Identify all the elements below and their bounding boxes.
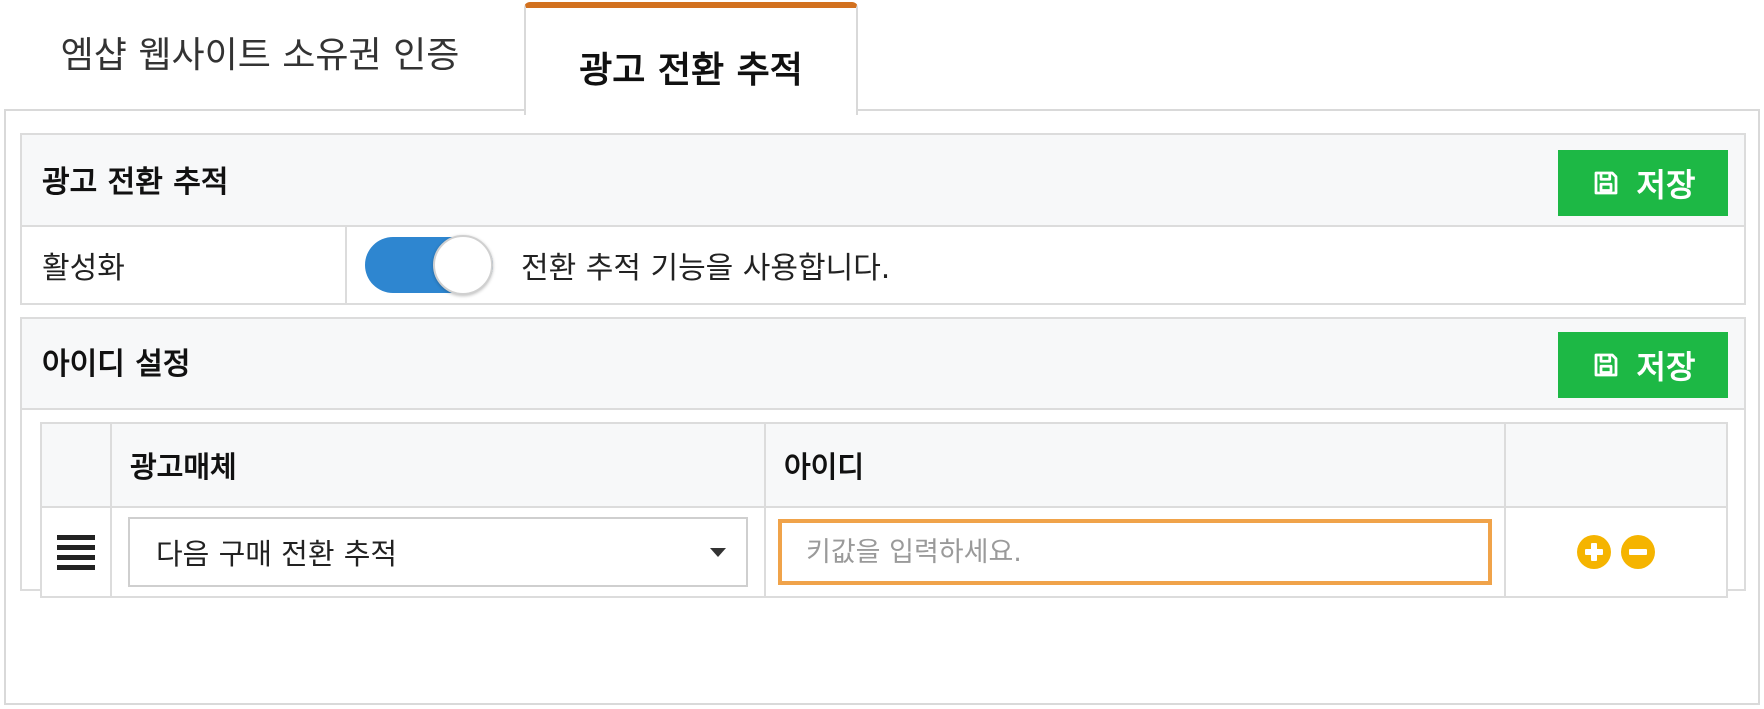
card-header: 아이디 설정 저장 bbox=[22, 319, 1744, 410]
media-select-value: 다음 구매 전환 추적 bbox=[156, 537, 398, 571]
row-actions bbox=[1506, 535, 1726, 569]
card-header: 광고 전환 추적 저장 bbox=[22, 135, 1744, 227]
plus-circle-icon[interactable] bbox=[1577, 535, 1611, 569]
id-input[interactable] bbox=[778, 519, 1492, 585]
header-drag bbox=[40, 422, 112, 508]
tab-site-ownership[interactable]: 엠샵 웹사이트 소유권 인증 bbox=[0, 0, 520, 97]
drag-handle-icon[interactable] bbox=[42, 508, 110, 596]
floppy-disk-icon bbox=[1594, 353, 1617, 377]
floppy-disk-icon bbox=[1594, 171, 1617, 195]
activate-row: 활성화 전환 추적 기능을 사용합니다. bbox=[22, 227, 1744, 303]
activate-label: 활성화 bbox=[22, 227, 347, 303]
id-settings-card: 아이디 설정 저장 광고매체 아이디 다음 구매 전환 추적 키값을 입력하세요… bbox=[20, 317, 1746, 598]
tab-panel: 광고 전환 추적 저장 활성화 전환 추적 기능을 사용합니다. 아이디 설정 … bbox=[4, 109, 1760, 705]
header-id: 아이디 bbox=[764, 422, 1506, 508]
id-table: 광고매체 아이디 다음 구매 전환 추적 bbox=[40, 422, 1728, 598]
save-button[interactable]: 저장 bbox=[1558, 150, 1728, 216]
chevron-down-icon bbox=[710, 547, 726, 557]
tab-label: 광고 전환 추적 bbox=[579, 49, 803, 91]
header-actions bbox=[1504, 422, 1728, 508]
save-button[interactable]: 저장 bbox=[1558, 332, 1728, 398]
minus-circle-icon[interactable] bbox=[1621, 535, 1655, 569]
card-title: 광고 전환 추적 bbox=[42, 165, 229, 200]
header-media: 광고매체 bbox=[110, 422, 766, 508]
activate-toggle[interactable] bbox=[365, 235, 493, 295]
tab-label: 엠샵 웹사이트 소유권 인증 bbox=[60, 34, 460, 76]
table-header-row: 광고매체 아이디 bbox=[40, 422, 1728, 508]
toggle-knob bbox=[433, 235, 493, 295]
save-label: 저장 bbox=[1636, 166, 1696, 204]
toggle-description: 전환 추적 기능을 사용합니다. bbox=[521, 251, 891, 286]
card-title: 아이디 설정 bbox=[42, 347, 191, 382]
save-label: 저장 bbox=[1636, 348, 1696, 386]
tab-conversion-tracking[interactable]: 광고 전환 추적 bbox=[524, 2, 858, 115]
conversion-tracking-card: 광고 전환 추적 저장 활성화 전환 추적 기능을 사용합니다. bbox=[20, 133, 1746, 305]
media-select[interactable]: 다음 구매 전환 추적 bbox=[128, 517, 748, 587]
table-row: 다음 구매 전환 추적 bbox=[40, 506, 1728, 598]
